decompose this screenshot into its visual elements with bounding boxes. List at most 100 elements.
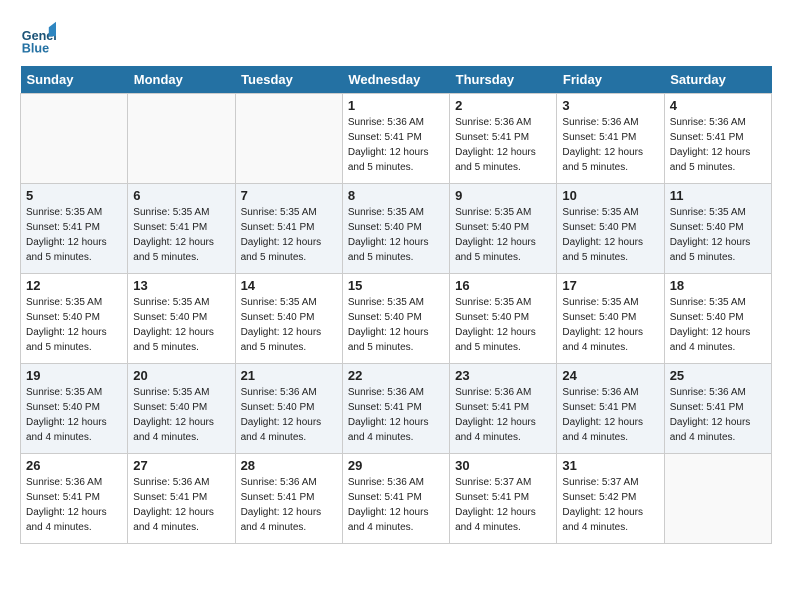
- day-info: Sunrise: 5:36 AM Sunset: 5:41 PM Dayligh…: [241, 475, 337, 535]
- day-info: Sunrise: 5:35 AM Sunset: 5:40 PM Dayligh…: [241, 295, 337, 355]
- day-info: Sunrise: 5:35 AM Sunset: 5:40 PM Dayligh…: [133, 295, 229, 355]
- day-info: Sunrise: 5:36 AM Sunset: 5:41 PM Dayligh…: [670, 115, 766, 175]
- day-info: Sunrise: 5:36 AM Sunset: 5:41 PM Dayligh…: [455, 115, 551, 175]
- calendar-cell: [235, 94, 342, 184]
- day-info: Sunrise: 5:36 AM Sunset: 5:41 PM Dayligh…: [562, 115, 658, 175]
- day-number: 23: [455, 368, 551, 383]
- calendar-week-row: 26 Sunrise: 5:36 AM Sunset: 5:41 PM Dayli…: [21, 454, 772, 544]
- day-info: Sunrise: 5:35 AM Sunset: 5:40 PM Dayligh…: [455, 205, 551, 265]
- calendar-cell: 5 Sunrise: 5:35 AM Sunset: 5:41 PM Daylig…: [21, 184, 128, 274]
- calendar-cell: 3 Sunrise: 5:36 AM Sunset: 5:41 PM Daylig…: [557, 94, 664, 184]
- calendar-week-row: 12 Sunrise: 5:35 AM Sunset: 5:40 PM Dayli…: [21, 274, 772, 364]
- day-number: 25: [670, 368, 766, 383]
- day-info: Sunrise: 5:36 AM Sunset: 5:41 PM Dayligh…: [348, 385, 444, 445]
- day-number: 11: [670, 188, 766, 203]
- calendar-cell: 11 Sunrise: 5:35 AM Sunset: 5:40 PM Dayli…: [664, 184, 771, 274]
- calendar-cell: 29Sunrise: 5:36 AM Sunset: 5:41 PM Dayli…: [342, 454, 449, 544]
- logo: General Blue: [20, 20, 62, 56]
- day-number: 14: [241, 278, 337, 293]
- day-number: 5: [26, 188, 122, 203]
- day-number: 2: [455, 98, 551, 113]
- weekday-header-saturday: Saturday: [664, 66, 771, 94]
- day-info: Sunrise: 5:36 AM Sunset: 5:41 PM Dayligh…: [562, 385, 658, 445]
- day-info: Sunrise: 5:35 AM Sunset: 5:41 PM Dayligh…: [241, 205, 337, 265]
- calendar-cell: 18 Sunrise: 5:35 AM Sunset: 5:40 PM Dayli…: [664, 274, 771, 364]
- day-number: 20: [133, 368, 229, 383]
- calendar-cell: 28 Sunrise: 5:36 AM Sunset: 5:41 PM Dayli…: [235, 454, 342, 544]
- day-info: Sunrise: 5:35 AM Sunset: 5:40 PM Dayligh…: [26, 385, 122, 445]
- day-info: Sunrise: 5:35 AM Sunset: 5:40 PM Dayligh…: [348, 205, 444, 265]
- weekday-header-row: SundayMondayTuesdayWednesdayThursdayFrid…: [21, 66, 772, 94]
- calendar-cell: 4 Sunrise: 5:36 AM Sunset: 5:41 PM Daylig…: [664, 94, 771, 184]
- day-number: 8: [348, 188, 444, 203]
- day-info: Sunrise: 5:37 AM Sunset: 5:42 PM Dayligh…: [562, 475, 658, 535]
- calendar-cell: 20 Sunrise: 5:35 AM Sunset: 5:40 PM Dayli…: [128, 364, 235, 454]
- day-info: Sunrise: 5:36 AM Sunset: 5:41 PM Dayligh…: [348, 475, 444, 535]
- day-number: 27: [133, 458, 229, 473]
- day-number: 9: [455, 188, 551, 203]
- calendar-cell: 24 Sunrise: 5:36 AM Sunset: 5:41 PM Dayli…: [557, 364, 664, 454]
- weekday-header-monday: Monday: [128, 66, 235, 94]
- day-info: Sunrise: 5:35 AM Sunset: 5:40 PM Dayligh…: [26, 295, 122, 355]
- day-info: Sunrise: 5:36 AM Sunset: 5:41 PM Dayligh…: [455, 385, 551, 445]
- calendar-cell: [128, 94, 235, 184]
- page-header: General Blue: [20, 20, 772, 56]
- svg-text:Blue: Blue: [22, 41, 49, 55]
- calendar-cell: [21, 94, 128, 184]
- calendar-cell: 15 Sunrise: 5:35 AM Sunset: 5:40 PM Dayli…: [342, 274, 449, 364]
- day-number: 10: [562, 188, 658, 203]
- calendar-cell: 23 Sunrise: 5:36 AM Sunset: 5:41 PM Dayli…: [450, 364, 557, 454]
- day-info: Sunrise: 5:35 AM Sunset: 5:41 PM Dayligh…: [26, 205, 122, 265]
- calendar-cell: 13 Sunrise: 5:35 AM Sunset: 5:40 PM Dayli…: [128, 274, 235, 364]
- day-number: 12: [26, 278, 122, 293]
- calendar-cell: 27 Sunrise: 5:36 AM Sunset: 5:41 PM Dayli…: [128, 454, 235, 544]
- day-info: Sunrise: 5:36 AM Sunset: 5:41 PM Dayligh…: [348, 115, 444, 175]
- day-number: 18: [670, 278, 766, 293]
- calendar-cell: 2 Sunrise: 5:36 AM Sunset: 5:41 PM Daylig…: [450, 94, 557, 184]
- calendar-table: SundayMondayTuesdayWednesdayThursdayFrid…: [20, 66, 772, 544]
- weekday-header-sunday: Sunday: [21, 66, 128, 94]
- day-number: 22: [348, 368, 444, 383]
- weekday-header-wednesday: Wednesday: [342, 66, 449, 94]
- day-info: Sunrise: 5:35 AM Sunset: 5:40 PM Dayligh…: [455, 295, 551, 355]
- calendar-cell: 8 Sunrise: 5:35 AM Sunset: 5:40 PM Daylig…: [342, 184, 449, 274]
- calendar-week-row: 19Sunrise: 5:35 AM Sunset: 5:40 PM Dayli…: [21, 364, 772, 454]
- calendar-cell: 21 Sunrise: 5:36 AM Sunset: 5:40 PM Dayli…: [235, 364, 342, 454]
- calendar-cell: 31Sunrise: 5:37 AM Sunset: 5:42 PM Dayli…: [557, 454, 664, 544]
- day-number: 3: [562, 98, 658, 113]
- calendar-week-row: 5 Sunrise: 5:35 AM Sunset: 5:41 PM Daylig…: [21, 184, 772, 274]
- day-number: 28: [241, 458, 337, 473]
- calendar-cell: 14 Sunrise: 5:35 AM Sunset: 5:40 PM Dayli…: [235, 274, 342, 364]
- day-number: 21: [241, 368, 337, 383]
- day-number: 16: [455, 278, 551, 293]
- weekday-header-tuesday: Tuesday: [235, 66, 342, 94]
- calendar-cell: 1 Sunrise: 5:36 AM Sunset: 5:41 PM Daylig…: [342, 94, 449, 184]
- day-info: Sunrise: 5:35 AM Sunset: 5:40 PM Dayligh…: [133, 385, 229, 445]
- day-number: 4: [670, 98, 766, 113]
- calendar-cell: 10 Sunrise: 5:35 AM Sunset: 5:40 PM Dayli…: [557, 184, 664, 274]
- day-info: Sunrise: 5:35 AM Sunset: 5:40 PM Dayligh…: [670, 205, 766, 265]
- calendar-cell: 19Sunrise: 5:35 AM Sunset: 5:40 PM Dayli…: [21, 364, 128, 454]
- calendar-cell: 7Sunrise: 5:35 AM Sunset: 5:41 PM Daylig…: [235, 184, 342, 274]
- day-info: Sunrise: 5:36 AM Sunset: 5:41 PM Dayligh…: [133, 475, 229, 535]
- weekday-header-thursday: Thursday: [450, 66, 557, 94]
- weekday-header-friday: Friday: [557, 66, 664, 94]
- day-number: 17: [562, 278, 658, 293]
- calendar-cell: 22 Sunrise: 5:36 AM Sunset: 5:41 PM Dayli…: [342, 364, 449, 454]
- day-info: Sunrise: 5:35 AM Sunset: 5:40 PM Dayligh…: [562, 205, 658, 265]
- day-info: Sunrise: 5:35 AM Sunset: 5:40 PM Dayligh…: [348, 295, 444, 355]
- day-info: Sunrise: 5:35 AM Sunset: 5:40 PM Dayligh…: [562, 295, 658, 355]
- calendar-cell: 25Sunrise: 5:36 AM Sunset: 5:41 PM Dayli…: [664, 364, 771, 454]
- day-info: Sunrise: 5:36 AM Sunset: 5:40 PM Dayligh…: [241, 385, 337, 445]
- day-number: 24: [562, 368, 658, 383]
- logo-icon: General Blue: [20, 20, 56, 56]
- day-number: 13: [133, 278, 229, 293]
- day-number: 15: [348, 278, 444, 293]
- day-number: 26: [26, 458, 122, 473]
- day-info: Sunrise: 5:36 AM Sunset: 5:41 PM Dayligh…: [26, 475, 122, 535]
- day-info: Sunrise: 5:37 AM Sunset: 5:41 PM Dayligh…: [455, 475, 551, 535]
- calendar-cell: 12 Sunrise: 5:35 AM Sunset: 5:40 PM Dayli…: [21, 274, 128, 364]
- day-info: Sunrise: 5:35 AM Sunset: 5:40 PM Dayligh…: [670, 295, 766, 355]
- day-info: Sunrise: 5:35 AM Sunset: 5:41 PM Dayligh…: [133, 205, 229, 265]
- day-number: 1: [348, 98, 444, 113]
